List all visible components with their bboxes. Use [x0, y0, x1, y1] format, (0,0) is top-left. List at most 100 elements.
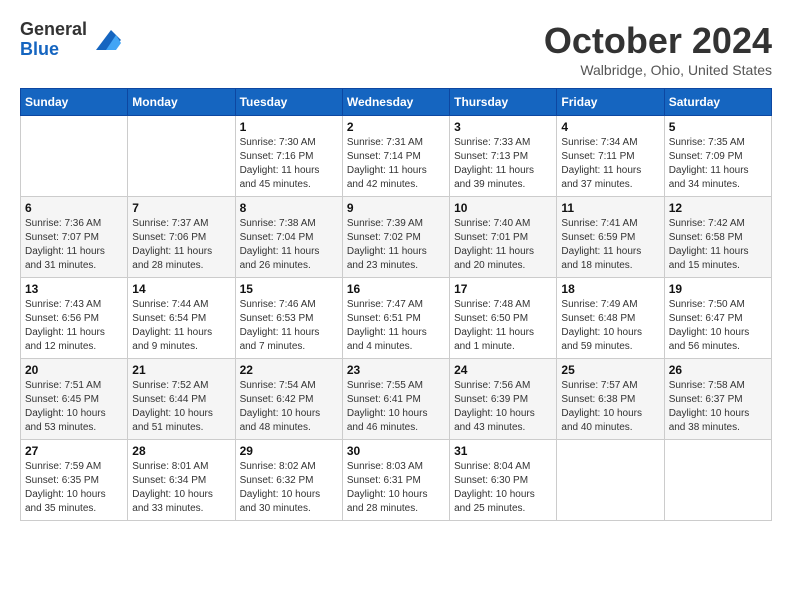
day-number: 30 [347, 444, 445, 458]
day-number: 24 [454, 363, 552, 377]
day-number: 7 [132, 201, 230, 215]
day-info: Sunrise: 7:52 AM Sunset: 6:44 PM Dayligh… [132, 379, 230, 435]
calendar-cell: 1 Sunrise: 7:30 AM Sunset: 7:16 PM Daylig… [235, 116, 342, 197]
day-info: Sunrise: 7:31 AM Sunset: 7:14 PM Dayligh… [347, 136, 445, 192]
logo-icon [91, 25, 121, 55]
calendar-cell: 16 Sunrise: 7:47 AM Sunset: 6:51 PM Dayli… [342, 278, 449, 359]
day-number: 14 [132, 282, 230, 296]
weekday-thursday: Thursday [450, 89, 557, 116]
calendar-cell: 7 Sunrise: 7:37 AM Sunset: 7:06 PM Daylig… [128, 197, 235, 278]
title-area: October 2024 Walbridge, Ohio, United Sta… [544, 20, 772, 78]
day-info: Sunrise: 8:04 AM Sunset: 6:30 PM Dayligh… [454, 460, 552, 516]
logo-blue: Blue [20, 39, 59, 59]
calendar-cell: 3Sunrise: 7:33 AM Sunset: 7:13 PM Daylig… [450, 116, 557, 197]
logo: General Blue [20, 20, 121, 60]
calendar-cell: 27 Sunrise: 7:59 AM Sunset: 6:35 PM Dayli… [21, 440, 128, 521]
day-info: Sunrise: 8:02 AM Sunset: 6:32 PM Dayligh… [240, 460, 338, 516]
calendar-cell: 22Sunrise: 7:54 AM Sunset: 6:42 PM Dayli… [235, 359, 342, 440]
calendar-cell: 8Sunrise: 7:38 AM Sunset: 7:04 PM Daylig… [235, 197, 342, 278]
location: Walbridge, Ohio, United States [544, 62, 772, 78]
day-number: 8 [240, 201, 338, 215]
day-info: Sunrise: 7:42 AM Sunset: 6:58 PM Dayligh… [669, 217, 767, 273]
day-info: Sunrise: 7:59 AM Sunset: 6:35 PM Dayligh… [25, 460, 123, 516]
calendar-cell: 19 Sunrise: 7:50 AM Sunset: 6:47 PM Dayli… [664, 278, 771, 359]
day-info: Sunrise: 7:30 AM Sunset: 7:16 PM Dayligh… [240, 136, 338, 192]
day-info: Sunrise: 7:57 AM Sunset: 6:38 PM Dayligh… [561, 379, 659, 435]
day-number: 11 [561, 201, 659, 215]
calendar-cell: 12 Sunrise: 7:42 AM Sunset: 6:58 PM Dayli… [664, 197, 771, 278]
day-number: 16 [347, 282, 445, 296]
calendar-cell: 31 Sunrise: 8:04 AM Sunset: 6:30 PM Dayli… [450, 440, 557, 521]
weekday-header-row: SundayMondayTuesdayWednesdayThursdayFrid… [21, 89, 772, 116]
calendar-cell: 20 Sunrise: 7:51 AM Sunset: 6:45 PM Dayli… [21, 359, 128, 440]
day-info: Sunrise: 7:39 AM Sunset: 7:02 PM Dayligh… [347, 217, 445, 273]
day-info: Sunrise: 7:56 AM Sunset: 6:39 PM Dayligh… [454, 379, 552, 435]
day-number: 13 [25, 282, 123, 296]
day-number: 22 [240, 363, 338, 377]
day-number: 31 [454, 444, 552, 458]
weekday-wednesday: Wednesday [342, 89, 449, 116]
calendar-body: 1 Sunrise: 7:30 AM Sunset: 7:16 PM Daylig… [21, 116, 772, 521]
day-number: 20 [25, 363, 123, 377]
day-info: Sunrise: 7:55 AM Sunset: 6:41 PM Dayligh… [347, 379, 445, 435]
weekday-monday: Monday [128, 89, 235, 116]
calendar-cell: 26 Sunrise: 7:58 AM Sunset: 6:37 PM Dayli… [664, 359, 771, 440]
day-number: 9 [347, 201, 445, 215]
day-number: 5 [669, 120, 767, 134]
day-info: Sunrise: 8:03 AM Sunset: 6:31 PM Dayligh… [347, 460, 445, 516]
day-number: 29 [240, 444, 338, 458]
day-info: Sunrise: 8:01 AM Sunset: 6:34 PM Dayligh… [132, 460, 230, 516]
day-number: 19 [669, 282, 767, 296]
day-number: 1 [240, 120, 338, 134]
weekday-tuesday: Tuesday [235, 89, 342, 116]
calendar-cell: 29 Sunrise: 8:02 AM Sunset: 6:32 PM Dayli… [235, 440, 342, 521]
day-number: 17 [454, 282, 552, 296]
calendar-cell: 14 Sunrise: 7:44 AM Sunset: 6:54 PM Dayli… [128, 278, 235, 359]
day-number: 15 [240, 282, 338, 296]
calendar-cell: 4Sunrise: 7:34 AM Sunset: 7:11 PM Daylig… [557, 116, 664, 197]
day-info: Sunrise: 7:47 AM Sunset: 6:51 PM Dayligh… [347, 298, 445, 354]
calendar-week-5: 27 Sunrise: 7:59 AM Sunset: 6:35 PM Dayli… [21, 440, 772, 521]
day-info: Sunrise: 7:44 AM Sunset: 6:54 PM Dayligh… [132, 298, 230, 354]
calendar-cell: 28 Sunrise: 8:01 AM Sunset: 6:34 PM Dayli… [128, 440, 235, 521]
calendar-cell: 17Sunrise: 7:48 AM Sunset: 6:50 PM Dayli… [450, 278, 557, 359]
day-number: 26 [669, 363, 767, 377]
calendar-cell: 24 Sunrise: 7:56 AM Sunset: 6:39 PM Dayli… [450, 359, 557, 440]
calendar-cell: 9 Sunrise: 7:39 AM Sunset: 7:02 PM Daylig… [342, 197, 449, 278]
day-number: 25 [561, 363, 659, 377]
day-number: 4 [561, 120, 659, 134]
calendar-cell [21, 116, 128, 197]
day-number: 6 [25, 201, 123, 215]
calendar-cell: 23 Sunrise: 7:55 AM Sunset: 6:41 PM Dayli… [342, 359, 449, 440]
calendar-cell [664, 440, 771, 521]
day-info: Sunrise: 7:58 AM Sunset: 6:37 PM Dayligh… [669, 379, 767, 435]
calendar-cell: 5Sunrise: 7:35 AM Sunset: 7:09 PM Daylig… [664, 116, 771, 197]
day-info: Sunrise: 7:40 AM Sunset: 7:01 PM Dayligh… [454, 217, 552, 273]
calendar-table: SundayMondayTuesdayWednesdayThursdayFrid… [20, 88, 772, 521]
calendar-cell: 30 Sunrise: 8:03 AM Sunset: 6:31 PM Dayli… [342, 440, 449, 521]
calendar-week-1: 1 Sunrise: 7:30 AM Sunset: 7:16 PM Daylig… [21, 116, 772, 197]
day-info: Sunrise: 7:37 AM Sunset: 7:06 PM Dayligh… [132, 217, 230, 273]
weekday-friday: Friday [557, 89, 664, 116]
calendar-cell: 15Sunrise: 7:46 AM Sunset: 6:53 PM Dayli… [235, 278, 342, 359]
calendar-week-4: 20 Sunrise: 7:51 AM Sunset: 6:45 PM Dayli… [21, 359, 772, 440]
day-info: Sunrise: 7:33 AM Sunset: 7:13 PM Dayligh… [454, 136, 552, 192]
calendar-cell: 6 Sunrise: 7:36 AM Sunset: 7:07 PM Daylig… [21, 197, 128, 278]
day-info: Sunrise: 7:50 AM Sunset: 6:47 PM Dayligh… [669, 298, 767, 354]
day-number: 12 [669, 201, 767, 215]
logo-text: General Blue [20, 20, 87, 60]
day-info: Sunrise: 7:49 AM Sunset: 6:48 PM Dayligh… [561, 298, 659, 354]
day-info: Sunrise: 7:43 AM Sunset: 6:56 PM Dayligh… [25, 298, 123, 354]
day-number: 23 [347, 363, 445, 377]
day-number: 28 [132, 444, 230, 458]
calendar-cell: 11Sunrise: 7:41 AM Sunset: 6:59 PM Dayli… [557, 197, 664, 278]
day-number: 27 [25, 444, 123, 458]
calendar-week-2: 6 Sunrise: 7:36 AM Sunset: 7:07 PM Daylig… [21, 197, 772, 278]
day-number: 18 [561, 282, 659, 296]
day-info: Sunrise: 7:51 AM Sunset: 6:45 PM Dayligh… [25, 379, 123, 435]
day-info: Sunrise: 7:36 AM Sunset: 7:07 PM Dayligh… [25, 217, 123, 273]
day-number: 10 [454, 201, 552, 215]
calendar-cell: 10 Sunrise: 7:40 AM Sunset: 7:01 PM Dayli… [450, 197, 557, 278]
calendar-header: SundayMondayTuesdayWednesdayThursdayFrid… [21, 89, 772, 116]
calendar-cell [128, 116, 235, 197]
